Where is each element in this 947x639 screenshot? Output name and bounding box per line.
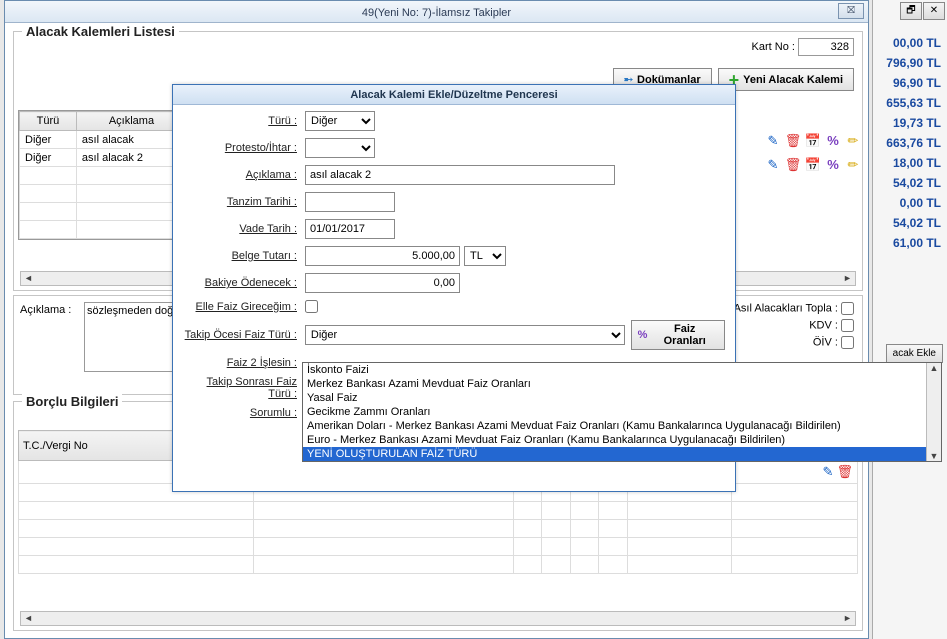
amount-display: 96,90 TL xyxy=(886,76,941,90)
pre-interest-type-label: Takip Öcesi Faiz Türü : xyxy=(183,329,305,341)
table-row[interactable]: Diğerasıl alacak 2 xyxy=(20,149,187,167)
percent-icon[interactable]: % xyxy=(824,156,842,174)
edit-icon[interactable]: ✎ xyxy=(764,156,782,174)
dropdown-option[interactable]: Euro - Merkez Bankası Azami Mevduat Faiz… xyxy=(303,433,941,447)
table-row xyxy=(20,185,187,203)
bg-close-icon[interactable]: ✕ xyxy=(923,2,945,20)
table-row xyxy=(19,502,858,520)
amount-display: 18,00 TL xyxy=(886,156,941,170)
receivables-heading: Alacak Kalemleri Listesi xyxy=(22,24,179,39)
dropdown-option[interactable]: Merkez Bankası Azami Mevduat Faiz Oranla… xyxy=(303,377,941,391)
tanzim-input[interactable] xyxy=(305,192,395,212)
calendar-icon[interactable]: 📅 xyxy=(804,132,822,150)
type-label: Türü : xyxy=(183,115,305,127)
oiv-checkbox[interactable] xyxy=(841,336,854,349)
delete-icon[interactable]: 🗑 xyxy=(784,132,802,150)
belge-input[interactable] xyxy=(305,246,460,266)
delete-icon[interactable]: 🗑 xyxy=(784,156,802,174)
amount-display: 61,00 TL xyxy=(886,236,941,250)
vade-label: Vade Tarih : xyxy=(183,223,305,235)
table-row[interactable]: Diğerasıl alacak xyxy=(20,131,187,149)
h-scrollbar[interactable]: ◄► xyxy=(20,611,856,626)
bg-restore-icon[interactable]: 🗗 xyxy=(900,2,922,20)
desc-input[interactable] xyxy=(305,165,615,185)
edit-icon[interactable]: ✎ xyxy=(823,464,834,479)
desc-label: Açıklama : xyxy=(183,169,305,181)
table-row xyxy=(19,538,858,556)
manual-interest-checkbox[interactable] xyxy=(305,300,318,313)
card-no-input[interactable] xyxy=(798,38,854,56)
alacak-ekle-button[interactable]: acak Ekle xyxy=(886,344,943,363)
protesto-label: Protesto/İhtar : xyxy=(183,142,305,154)
highlighter-icon[interactable]: ✏ xyxy=(844,156,862,174)
dropdown-option[interactable]: İskonto Faizi xyxy=(303,363,941,377)
table-row xyxy=(19,556,858,574)
percent-icon: % xyxy=(638,329,648,341)
dialog-title: Alacak Kalemi Ekle/Düzeltme Penceresi xyxy=(173,85,735,105)
oiv-label: ÖİV : xyxy=(813,336,838,348)
dropdown-scrollbar[interactable]: ▲▼ xyxy=(926,363,941,461)
col-desc: Açıklama xyxy=(76,112,186,131)
col-type: Türü xyxy=(20,112,77,131)
row-action-icons: ✎ 🗑 📅 % ✏ ✎ 🗑 📅 % ✏ xyxy=(764,132,862,180)
responsible-label: Sorumlu : xyxy=(183,407,305,419)
window-close-icon[interactable]: ⛝ xyxy=(838,3,864,19)
bakiye-input[interactable] xyxy=(305,273,460,293)
amount-display: 0,00 TL xyxy=(886,196,941,210)
amount-display: 796,90 TL xyxy=(886,56,941,70)
interest-rates-button[interactable]: %Faiz Oranları xyxy=(631,320,725,350)
belge-label: Belge Tutarı : xyxy=(183,250,305,262)
percent-icon[interactable]: % xyxy=(824,132,842,150)
post-interest-type-label: Takip Sonrası Faiz Türü : xyxy=(183,376,305,400)
vade-input[interactable] xyxy=(305,219,395,239)
new-receivable-button[interactable]: +Yeni Alacak Kalemi xyxy=(718,68,854,91)
kdv-checkbox[interactable] xyxy=(841,319,854,332)
dropdown-option[interactable]: Yasal Faiz xyxy=(303,391,941,405)
pre-interest-type-select[interactable]: Diğer xyxy=(305,325,625,345)
dropdown-option[interactable]: YENİ OLUŞTURULAN FAİZ TÜRÜ xyxy=(303,447,941,461)
highlighter-icon[interactable]: ✏ xyxy=(844,132,862,150)
manual-interest-label: Elle Faiz Gireceğim : xyxy=(183,301,305,313)
amount-display: 19,73 TL xyxy=(886,116,941,130)
background-window: 🗗 ✕ 00,00 TL 796,90 TL 96,90 TL 655,63 TL 19… xyxy=(872,0,947,639)
window-title-bar: 49(Yeni No: 7)-İlamsız Takipler ⛝ xyxy=(5,1,868,23)
table-row xyxy=(20,221,187,239)
kdv-label: KDV : xyxy=(809,319,838,331)
amount-display: 54,02 TL xyxy=(886,216,941,230)
edit-icon[interactable]: ✎ xyxy=(764,132,782,150)
table-row xyxy=(19,520,858,538)
tanzim-label: Tanzim Tarihi : xyxy=(183,196,305,208)
delete-icon[interactable]: 🗑 xyxy=(836,464,853,479)
receivables-grid[interactable]: Türü Açıklama Diğerasıl alacakDiğerasıl … xyxy=(18,110,188,240)
sum-principals-checkbox[interactable] xyxy=(841,302,854,315)
amount-display: 00,00 TL xyxy=(886,36,941,50)
faiz2-label: Faiz 2 İşlesin : xyxy=(183,357,305,369)
calendar-icon[interactable]: 📅 xyxy=(804,156,822,174)
description-label: Açıklama : xyxy=(20,304,71,316)
bakiye-label: Bakiye Ödenecek : xyxy=(183,277,305,289)
currency-select[interactable]: TL xyxy=(464,246,506,266)
dropdown-option[interactable]: Amerikan Doları - Merkez Bankası Azami M… xyxy=(303,419,941,433)
table-row xyxy=(20,167,187,185)
amount-display: 655,63 TL xyxy=(886,96,941,110)
sum-principals-label: de Asıl Alacakları Topla : xyxy=(719,302,838,314)
amount-display: 54,02 TL xyxy=(886,176,941,190)
amount-display: 663,76 TL xyxy=(886,136,941,150)
dropdown-option[interactable]: Gecikme Zammı Oranları xyxy=(303,405,941,419)
window-title: 49(Yeni No: 7)-İlamsız Takipler xyxy=(362,7,511,19)
debtor-heading: Borçlu Bilgileri xyxy=(22,394,122,409)
type-select[interactable]: Diğer xyxy=(305,111,375,131)
card-no-field: Kart No : xyxy=(752,38,854,56)
card-no-label: Kart No : xyxy=(752,41,795,53)
protesto-select[interactable] xyxy=(305,138,375,158)
interest-type-dropdown[interactable]: İskonto FaiziMerkez Bankası Azami Mevdua… xyxy=(302,362,942,462)
table-row xyxy=(20,203,187,221)
